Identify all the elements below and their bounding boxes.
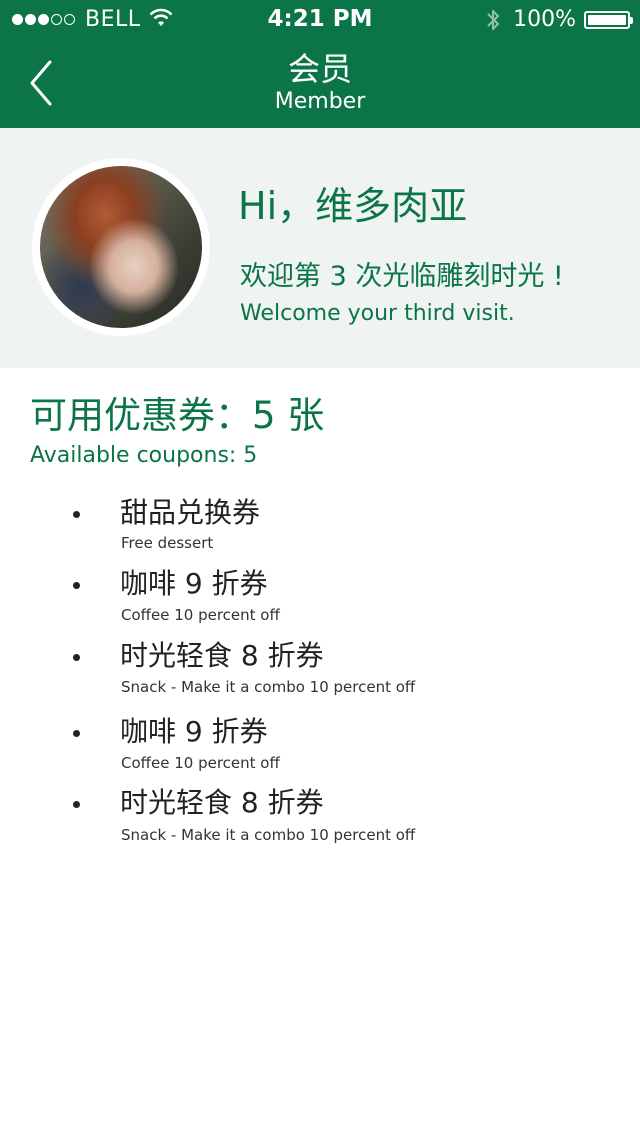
navigation-bar: 会员 Member — [0, 40, 640, 128]
coupon-title: 时光轻食 8 折券 — [120, 786, 324, 819]
page-subtitle: Member — [274, 89, 366, 114]
bullet — [73, 582, 80, 589]
battery-icon — [584, 10, 633, 29]
coupons-subheading: Available coupons: 5 — [30, 443, 258, 468]
coupon-description: Coffee 10 percent off — [121, 754, 280, 772]
coupon-description: Snack - Make it a combo 10 percent off — [121, 826, 416, 844]
page-title: 会员 — [287, 50, 352, 88]
welcome-message-cn: 欢迎第 3 次光临雕刻时光 ! — [240, 261, 564, 292]
coupon-description: Snack - Make it a combo 10 percent off — [121, 678, 416, 696]
coupon-title: 咖啡 9 折券 — [120, 715, 268, 748]
greeting-text: Hi，维多肉亚 — [238, 184, 468, 228]
coupons-heading: 可用优惠券：5 张 — [30, 394, 325, 437]
bullet — [73, 730, 80, 737]
bluetooth-icon — [487, 9, 500, 30]
avatar[interactable] — [32, 158, 210, 336]
coupon-description: Free dessert — [121, 534, 214, 552]
coupon-description: Coffee 10 percent off — [121, 606, 280, 624]
bullet — [73, 511, 80, 518]
coupon-title: 甜品兑换券 — [120, 496, 261, 529]
coupon-title: 咖啡 9 折券 — [120, 567, 268, 600]
bullet — [73, 801, 80, 808]
avatar-photo — [40, 166, 202, 328]
battery-percentage: 100% — [513, 7, 576, 32]
status-bar: BELL 4:21 PM 100% — [0, 0, 640, 40]
welcome-message-en: Welcome your third visit. — [240, 301, 515, 326]
coupon-title: 时光轻食 8 折券 — [120, 639, 324, 672]
member-profile-card: Hi，维多肉亚 欢迎第 3 次光临雕刻时光 ! Welcome your thi… — [0, 128, 640, 368]
bullet — [73, 654, 80, 661]
